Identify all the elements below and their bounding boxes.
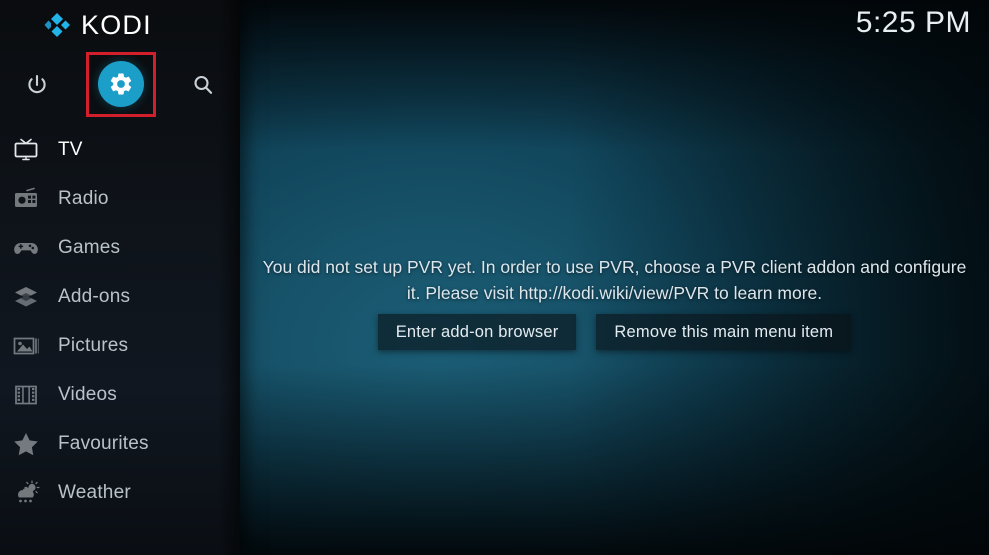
sidebar-item-add-ons[interactable]: Add-ons: [0, 272, 240, 321]
kodi-app-window: KODI 5:25 PM TV Radio Games Add-ons Pict…: [0, 0, 989, 555]
app-logo: KODI: [42, 10, 152, 40]
sidebar-item-label: Weather: [58, 481, 131, 503]
film-strip-icon: [10, 380, 42, 410]
sidebar-item-videos[interactable]: Videos: [0, 370, 240, 419]
radio-icon: [10, 184, 42, 214]
enter-add-on-browser-button[interactable]: Enter add-on browser: [377, 314, 577, 350]
sidebar-item-label: Pictures: [58, 334, 129, 356]
sidebar-item-label: Add-ons: [58, 285, 131, 307]
power-icon[interactable]: [14, 62, 60, 108]
sidebar-item-weather[interactable]: Weather: [0, 468, 240, 517]
pvr-action-buttons: Enter add-on browser Remove this main me…: [240, 314, 989, 350]
sidebar-item-label: Radio: [58, 187, 109, 209]
sidebar-item-radio[interactable]: Radio: [0, 174, 240, 223]
tv-icon: [10, 135, 42, 165]
sidebar-item-pictures[interactable]: Pictures: [0, 321, 240, 370]
sidebar-item-favourites[interactable]: Favourites: [0, 419, 240, 468]
sidebar-item-label: Games: [58, 236, 121, 258]
pvr-setup-message: You did not set up PVR yet. In order to …: [262, 257, 967, 303]
pictures-icon: [10, 331, 42, 361]
sidebar-menu: TV Radio Games Add-ons Pictures Videos F…: [0, 125, 240, 517]
app-logo-text: KODI: [81, 10, 152, 40]
sidebar-item-label: TV: [58, 138, 83, 160]
gamepad-icon: [10, 233, 42, 263]
weather-icon: [10, 478, 42, 508]
sidebar-item-games[interactable]: Games: [0, 223, 240, 272]
sidebar-item-label: Favourites: [58, 432, 149, 454]
settings-gear-icon[interactable]: [98, 61, 144, 107]
star-icon: [10, 429, 42, 459]
remove-main-menu-item-button[interactable]: Remove this main menu item: [596, 314, 852, 350]
main-content: You did not set up PVR yet. In order to …: [240, 0, 989, 555]
search-icon[interactable]: [180, 62, 226, 108]
sidebar-item-label: Videos: [58, 383, 117, 405]
kodi-diamond-logo-icon: [42, 10, 72, 40]
addons-box-icon: [10, 282, 42, 312]
sidebar-item-tv[interactable]: TV: [0, 125, 240, 174]
